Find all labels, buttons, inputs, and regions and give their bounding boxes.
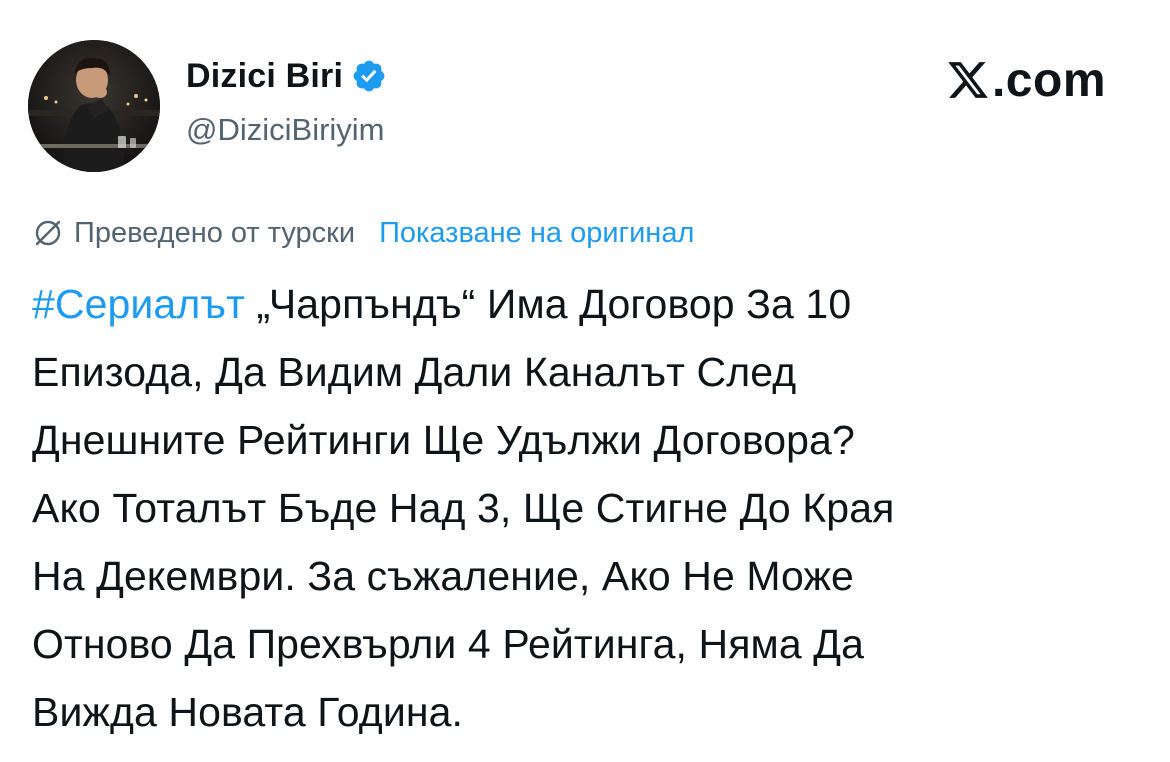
display-name[interactable]: Dizici Biri [186,57,343,96]
author-handle[interactable]: @DiziciBiriyim [186,112,385,148]
verified-badge-icon [351,58,387,94]
translation-bar: Преведено от турски Показване на оригина… [32,213,694,253]
tweet-line: #Сериалът „Чарпъндъ“ Има Договор За 10 [32,270,1132,338]
hashtag-link[interactable]: #Сериалът [32,281,245,327]
tweet-line: Отново Да Прехвърли 4 Рейтинга, Няма Да [32,621,864,667]
x-logo-icon [946,58,990,102]
author-name-row: Dizici Biri [186,54,387,98]
tweet-line: Вижда Новата Година. [32,689,463,735]
tweet-line: На Декември. За съжаление, Ако Не Може [32,553,854,599]
avatar[interactable] [28,40,160,172]
tweet-line: Ако Тоталът Бъде Над 3, Ще Стигне До Кра… [32,485,895,531]
tweet-line: Днешните Рейтинги Ще Удължи Договора? [32,417,855,463]
tweet-line-text: „Чарпъндъ“ Има Договор За 10 [244,281,852,327]
tweet-body: #Сериалът „Чарпъндъ“ Има Договор За 10 Е… [32,270,1132,746]
tweet-card: Dizici Biri @DiziciBiriyim .com Преведен… [0,0,1170,762]
translated-from-note: Преведено от турски [74,216,356,249]
globe-icon [32,217,64,249]
avatar-image [28,40,160,172]
show-original-link[interactable]: Показване на оригинал [379,217,694,250]
tweet-line: Епизода, Да Видим Дали Каналът След [32,349,797,395]
brand-logo: .com [946,50,1106,110]
brand-domain: .com [991,53,1106,107]
